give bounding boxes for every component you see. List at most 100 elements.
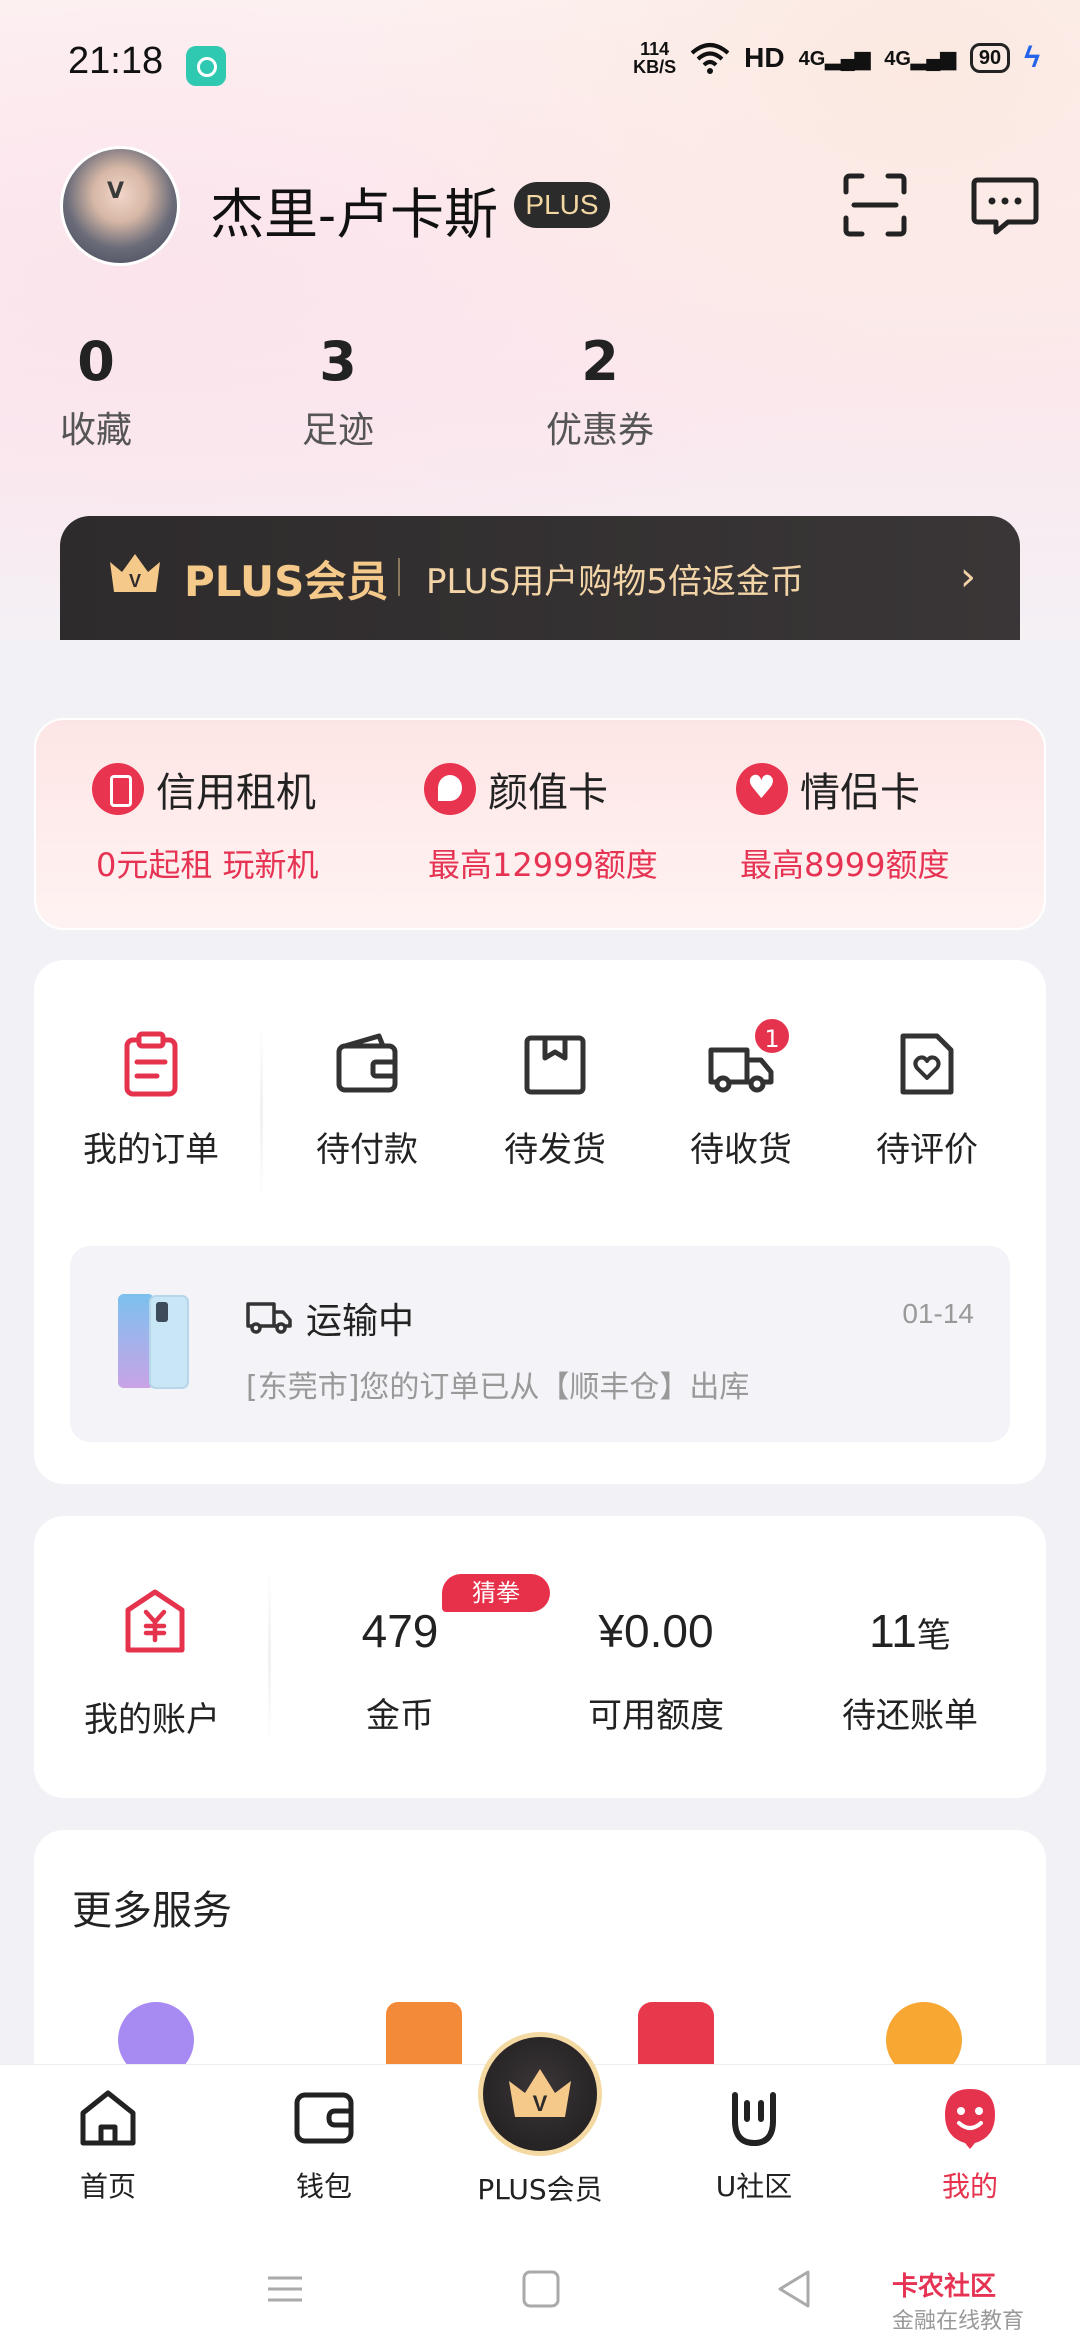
shipment-date: 01-14 — [902, 1298, 974, 1329]
profile-stats: 0 收藏 3 足迹 2 优惠券 — [0, 330, 1080, 460]
content-top-edge — [0, 640, 1080, 680]
signal-4g-2: 4G▂▄▆ — [884, 47, 956, 70]
plus-member-banner[interactable]: V PLUS会员 PLUS用户购物5倍返金币 › — [60, 516, 1020, 640]
stat-coupons[interactable]: 2 优惠券 — [540, 330, 660, 453]
stat-value: 3 — [319, 330, 357, 393]
truck-icon — [246, 1302, 292, 1334]
stat-value: 2 — [581, 330, 619, 393]
account-divider — [268, 1568, 271, 1744]
orders-divider — [260, 1024, 263, 1200]
menu-icon[interactable] — [262, 2266, 308, 2312]
account-coins[interactable]: 479 金币 — [280, 1604, 520, 1737]
status-time: 21:18 — [68, 40, 164, 82]
plus-divider — [398, 558, 400, 596]
order-pending-review[interactable]: 待评价 — [842, 1030, 1012, 1171]
back-icon[interactable] — [772, 2266, 818, 2312]
charging-icon: ϟ — [1024, 41, 1040, 74]
notification-badge: 1 — [752, 1016, 792, 1056]
credit-item-rent-phone[interactable]: 信用租机 0元起租 玩新机 — [92, 760, 319, 886]
credit-subtitle: 最高12999额度 — [428, 846, 658, 884]
order-label: 待付款 — [316, 1130, 418, 1170]
order-pending-payment[interactable]: 待付款 — [282, 1030, 452, 1171]
stat-footprints[interactable]: 3 足迹 — [298, 330, 378, 453]
order-pending-receipt[interactable]: 1 待收货 — [656, 1016, 826, 1171]
my-account-label[interactable]: 我的账户 — [84, 1692, 220, 1741]
credit-title: 情侣卡 — [800, 770, 920, 816]
battery-indicator: 90 — [969, 43, 1011, 73]
svg-text:V: V — [129, 571, 141, 591]
credit-subtitle: 最高8999额度 — [740, 846, 950, 884]
home-icon — [80, 2090, 136, 2146]
my-orders-button[interactable]: 我的订单 — [66, 1030, 236, 1171]
account-caption: 金币 — [366, 1696, 434, 1736]
tab-profile[interactable]: 我的 — [900, 2085, 1040, 2205]
net-speed-unit: KB/S — [633, 57, 677, 77]
account-caption: 可用额度 — [588, 1696, 724, 1736]
shipment-status-card[interactable]: 运输中 01-14 [东莞市]您的订单已从【顺丰仓】出库 — [70, 1246, 1010, 1442]
tab-label: 首页 — [79, 2170, 136, 2203]
username[interactable]: 杰里-卢卡斯 — [210, 170, 498, 249]
heart-icon — [736, 763, 788, 815]
tab-wallet[interactable]: 钱包 — [254, 2085, 394, 2205]
shipment-status: 运输中 — [306, 1301, 415, 1342]
credit-item-couple-card[interactable]: 情侣卡 最高8999额度 — [736, 760, 949, 886]
account-value: 11笔 — [869, 1605, 951, 1657]
app-notification-icon — [186, 46, 226, 86]
status-indicators: 114 KB/S HD 4G▂▄▆ 4G▂▄▆ 90 ϟ — [633, 40, 1040, 76]
stat-label: 收藏 — [59, 410, 132, 451]
chevron-right-icon: › — [960, 554, 976, 600]
account-credit-limit[interactable]: ¥0.00 可用额度 — [536, 1604, 776, 1737]
tab-label: U社区 — [715, 2170, 793, 2203]
plus-badge: PLUS — [514, 182, 610, 228]
credit-title: 颜值卡 — [488, 770, 608, 816]
tab-label: 钱包 — [295, 2170, 352, 2203]
network-speed: 114 KB/S — [633, 40, 676, 76]
stat-favorites[interactable]: 0 收藏 — [56, 330, 136, 453]
yuan-envelope-icon[interactable] — [124, 1588, 186, 1654]
face-icon — [424, 763, 476, 815]
signal-4g-1: 4G▂▄▆ — [798, 47, 871, 70]
tab-plus-member[interactable]: V — [478, 2032, 602, 2156]
tab-home[interactable]: 首页 — [38, 2085, 178, 2205]
credit-promo-card: 信用租机 0元起租 玩新机 颜值卡 最高12999额度 情侣卡 最高8999额度 — [34, 718, 1046, 930]
stat-value: 0 — [77, 330, 115, 393]
message-icon[interactable] — [970, 170, 1040, 240]
shipment-message: [东莞市]您的订单已从【顺丰仓】出库 — [246, 1370, 750, 1405]
box-icon — [524, 1035, 586, 1095]
stat-label: 足迹 — [301, 410, 374, 451]
tab-label: 我的 — [941, 2170, 998, 2203]
credit-item-beauty-card[interactable]: 颜值卡 最高12999额度 — [424, 760, 658, 886]
community-icon — [732, 2092, 776, 2147]
more-services-title: 更多服务 — [72, 1888, 232, 1934]
watermark-brand: 卡农社区 — [891, 2272, 996, 2302]
orders-card: 我的订单 待付款 待发货 1 待收货 待评价 运输中 01-14 [东莞市]您的… — [34, 960, 1046, 1484]
tab-community[interactable]: U社区 — [684, 2085, 824, 2205]
status-bar: 21:18 114 KB/S HD 4G▂▄▆ 4G▂▄▆ 90 ϟ — [0, 0, 1080, 130]
stat-label: 优惠券 — [545, 410, 654, 451]
avatar[interactable] — [60, 146, 180, 266]
account-caption: 待还账单 — [842, 1696, 978, 1736]
credit-subtitle: 0元起租 玩新机 — [96, 846, 319, 884]
scan-icon[interactable] — [840, 170, 910, 240]
guess-game-tag[interactable]: 猜拳 — [442, 1574, 550, 1612]
net-speed-value: 114 — [640, 39, 670, 59]
order-label: 我的订单 — [83, 1130, 219, 1170]
wallet-icon — [336, 1033, 398, 1093]
tab-label: PLUS会员 — [477, 2173, 603, 2206]
wifi-icon — [690, 43, 730, 74]
home-button-icon[interactable] — [518, 2266, 564, 2312]
crown-icon: V — [110, 554, 160, 592]
product-thumbnail — [118, 1294, 189, 1389]
order-pending-shipment[interactable]: 待发货 — [470, 1030, 640, 1171]
clipboard-icon — [124, 1031, 178, 1097]
hd-indicator: HD — [744, 42, 785, 73]
account-bills[interactable]: 11笔 待还账单 — [790, 1604, 1030, 1737]
phone-icon — [92, 763, 144, 815]
order-label: 待发货 — [504, 1130, 606, 1170]
review-icon — [900, 1033, 954, 1095]
account-value: 479 — [361, 1605, 439, 1657]
svg-text:V: V — [533, 2091, 548, 2116]
account-value: ¥0.00 — [598, 1605, 714, 1657]
wallet-icon — [294, 2092, 354, 2144]
order-label: 待收货 — [690, 1130, 792, 1170]
